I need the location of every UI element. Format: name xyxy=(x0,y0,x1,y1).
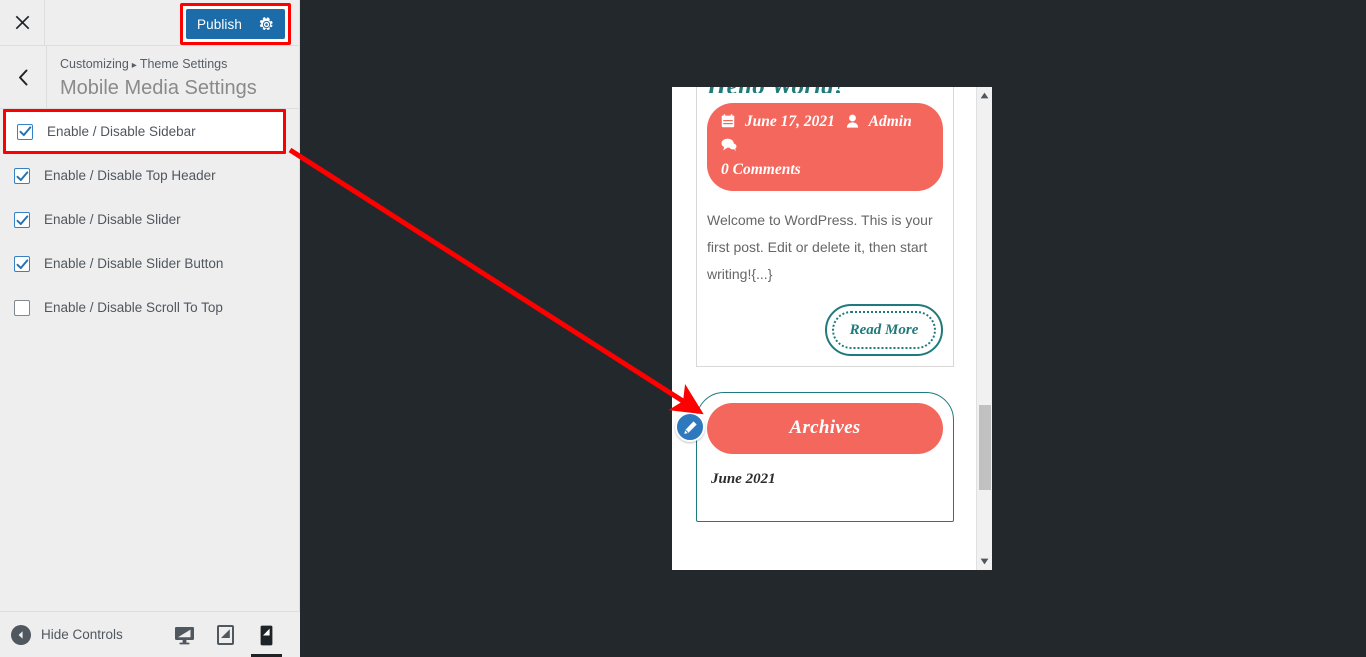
close-icon xyxy=(15,15,29,30)
read-more-label: Read More xyxy=(832,311,936,349)
controls-list: Enable / Disable Sidebar Enable / Disabl… xyxy=(0,109,299,330)
panel-back-button[interactable] xyxy=(0,46,47,108)
caret-up-icon xyxy=(980,92,989,99)
control-label: Enable / Disable Slider Button xyxy=(44,256,224,271)
device-button-tablet[interactable] xyxy=(205,613,246,657)
checkbox-enable-disable-top-header[interactable] xyxy=(14,168,30,184)
control-label: Enable / Disable Slider xyxy=(44,212,181,227)
device-button-desktop[interactable] xyxy=(164,613,205,657)
archives-widget: Archives June 2021 xyxy=(675,392,954,522)
hide-controls-button[interactable]: Hide Controls xyxy=(11,624,123,645)
control-row-enable-disable-scroll-to-top[interactable]: Enable / Disable Scroll To Top xyxy=(0,286,299,330)
page-title: Mobile Media Settings xyxy=(60,77,257,99)
user-icon xyxy=(842,114,863,132)
post-author: Admin xyxy=(868,113,912,130)
breadcrumb-parent[interactable]: Theme Settings xyxy=(140,57,228,71)
post-meta-bar: June 17, 2021 Admin 0 Comments xyxy=(707,103,943,191)
device-button-mobile[interactable] xyxy=(246,613,287,657)
control-row-enable-disable-slider-button[interactable]: Enable / Disable Slider Button xyxy=(0,242,299,286)
desktop-icon xyxy=(175,626,194,644)
comments-icon xyxy=(721,138,737,156)
customizer-sidebar: Publish Customizing ▸ Theme Settings Mob… xyxy=(0,0,300,657)
breadcrumb-root[interactable]: Customizing xyxy=(60,57,129,71)
checkmark-icon xyxy=(16,214,28,225)
publish-button-label: Publish xyxy=(197,16,242,32)
publish-button[interactable]: Publish xyxy=(186,9,285,39)
checkbox-enable-disable-slider-button[interactable] xyxy=(14,256,30,272)
hide-controls-label: Hide Controls xyxy=(41,627,123,642)
preview-scrollbar[interactable] xyxy=(976,87,992,570)
device-preview-switcher xyxy=(164,612,287,657)
mobile-icon xyxy=(260,625,273,645)
panel-header: Customizing ▸ Theme Settings Mobile Media … xyxy=(0,46,299,109)
caret-down-icon xyxy=(980,558,989,565)
chevron-left-icon xyxy=(18,69,27,85)
post-title[interactable]: Hello World! xyxy=(707,87,943,93)
control-row-enable-disable-top-header[interactable]: Enable / Disable Top Header xyxy=(0,154,299,198)
read-more-button[interactable]: Read More xyxy=(825,304,943,356)
checkbox-enable-disable-scroll-to-top[interactable] xyxy=(14,300,30,316)
scroll-down-button[interactable] xyxy=(977,553,992,570)
checkbox-enable-disable-sidebar[interactable] xyxy=(17,123,33,140)
close-customizer-button[interactable] xyxy=(0,0,45,45)
site-preview-content: Hello World! June 17, 2021 xyxy=(672,87,976,570)
pencil-edit-icon xyxy=(683,420,697,434)
publish-highlight-box: Publish xyxy=(180,3,291,45)
device-active-indicator xyxy=(251,653,282,657)
calendar-icon xyxy=(721,114,739,132)
scroll-up-button[interactable] xyxy=(977,87,992,104)
control-label: Enable / Disable Scroll To Top xyxy=(44,300,223,315)
widget-edit-shortcut-button[interactable] xyxy=(675,412,705,442)
widget-list-item[interactable]: June 2021 xyxy=(707,471,943,488)
control-row-enable-disable-sidebar[interactable]: Enable / Disable Sidebar xyxy=(3,109,286,154)
customizer-bottombar: Hide Controls xyxy=(0,611,300,657)
site-preview-frame[interactable]: Hello World! June 17, 2021 xyxy=(672,87,992,570)
widget-title: Archives xyxy=(707,403,943,454)
collapse-arrow-icon xyxy=(11,624,31,645)
control-label: Enable / Disable Top Header xyxy=(44,168,216,183)
post-card: Hello World! June 17, 2021 xyxy=(696,87,954,367)
breadcrumb-separator-icon: ▸ xyxy=(131,60,137,71)
checkmark-icon xyxy=(16,170,28,181)
post-date: June 17, 2021 xyxy=(744,113,835,130)
post-excerpt: Welcome to WordPress. This is your first… xyxy=(707,212,933,282)
gear-icon[interactable] xyxy=(259,16,274,32)
checkmark-icon xyxy=(19,126,31,137)
checkbox-enable-disable-slider[interactable] xyxy=(14,212,30,228)
customizer-topbar: Publish xyxy=(0,0,299,46)
customizer-screen: Publish Customizing ▸ Theme Settings Mob… xyxy=(0,0,1366,657)
checkmark-icon xyxy=(16,258,28,269)
breadcrumb: Customizing ▸ Theme Settings xyxy=(60,57,299,73)
post-comments-count: 0 Comments xyxy=(721,161,801,178)
control-row-enable-disable-slider[interactable]: Enable / Disable Slider xyxy=(0,198,299,242)
scrollbar-thumb[interactable] xyxy=(979,405,991,490)
tablet-icon xyxy=(217,625,234,645)
control-label: Enable / Disable Sidebar xyxy=(47,123,196,139)
